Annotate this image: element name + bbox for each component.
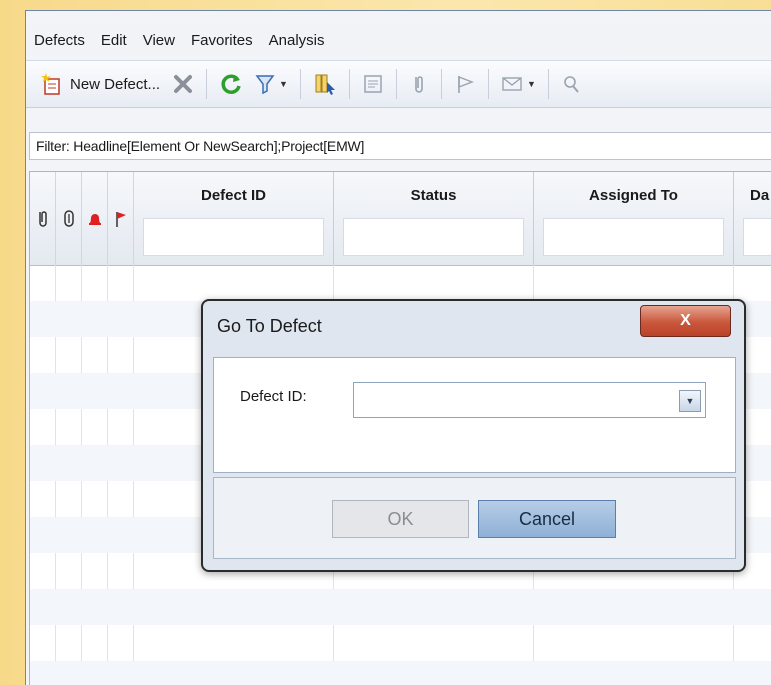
dialog-title: Go To Defect xyxy=(217,316,322,336)
assigned-to-filter-cell[interactable] xyxy=(543,218,724,256)
column-header-status: Status xyxy=(410,187,457,204)
defect-id-filter-cell[interactable] xyxy=(143,218,324,256)
refresh-icon xyxy=(221,74,241,94)
dialog-body: Defect ID: ▼ xyxy=(213,357,736,473)
toolbar-separator xyxy=(299,69,301,99)
dropdown-arrow-button[interactable]: ▼ xyxy=(679,390,701,412)
alert-bell-icon xyxy=(88,213,101,225)
menu-defects[interactable]: Defects xyxy=(26,32,93,49)
flag-button[interactable] xyxy=(450,67,480,101)
toolbar-separator xyxy=(348,69,350,99)
menu-view[interactable]: View xyxy=(135,32,183,49)
go-to-defect-dialog: Go To Defect X Defect ID: ▼ OK Cancel xyxy=(201,299,746,572)
column-date[interactable]: Da xyxy=(734,172,771,265)
column-header-defect-id: Defect ID xyxy=(200,187,267,204)
toolbar: New Defect... ▼ ▼ xyxy=(26,60,771,108)
column-header-date: Da xyxy=(750,187,770,204)
filter-button[interactable]: ▼ xyxy=(251,67,292,101)
chevron-down-icon: ▼ xyxy=(526,79,536,89)
toolbar-separator xyxy=(547,69,549,99)
select-columns-button[interactable] xyxy=(309,67,341,101)
column-status[interactable]: Status xyxy=(334,172,534,265)
delete-button[interactable] xyxy=(168,67,198,101)
new-defect-button[interactable]: New Defect... xyxy=(36,67,164,101)
table-row[interactable] xyxy=(30,661,771,685)
grid-header: Defect ID Status Assigned To Da xyxy=(30,172,771,266)
toolbar-separator xyxy=(440,69,442,99)
flag-icon xyxy=(458,75,474,93)
filter-bar[interactable]: Filter: Headline[Element Or NewSearch];P… xyxy=(29,132,771,160)
filter-text: Filter: Headline[Element Or NewSearch];P… xyxy=(36,138,365,154)
dialog-footer: OK Cancel xyxy=(213,477,736,559)
close-button[interactable]: X xyxy=(640,305,731,337)
defect-id-label: Defect ID: xyxy=(240,388,307,405)
toolbar-separator xyxy=(487,69,489,99)
defect-id-combobox[interactable]: ▼ xyxy=(353,382,706,418)
column-defect-id[interactable]: Defect ID xyxy=(134,172,334,265)
delete-icon xyxy=(174,75,193,93)
column-assigned-to[interactable]: Assigned To xyxy=(534,172,734,265)
flag-column-header[interactable] xyxy=(108,172,134,265)
table-row[interactable] xyxy=(30,589,771,625)
status-filter-cell[interactable] xyxy=(343,218,524,256)
new-defect-label: New Defect... xyxy=(70,75,161,93)
send-email-button[interactable]: ▼ xyxy=(497,67,540,101)
alert-column-header[interactable] xyxy=(82,172,108,265)
red-flag-icon xyxy=(115,211,126,227)
menu-analysis[interactable]: Analysis xyxy=(261,32,333,49)
paperclip-icon xyxy=(415,76,423,93)
menu-bar: Defects Edit View Favorites Analysis xyxy=(26,25,771,55)
toolbar-separator xyxy=(206,69,208,99)
chevron-down-icon: ▼ xyxy=(279,79,288,89)
refresh-button[interactable] xyxy=(215,67,247,101)
paperclip-icon xyxy=(38,210,47,227)
cancel-button[interactable]: Cancel xyxy=(478,500,616,538)
find-button[interactable] xyxy=(557,67,585,101)
close-icon: X xyxy=(680,312,691,329)
linked-paperclip-icon xyxy=(63,209,74,227)
mail-icon xyxy=(502,77,522,91)
menu-edit[interactable]: Edit xyxy=(93,32,135,49)
details-icon xyxy=(364,75,382,93)
columns-icon xyxy=(315,74,335,95)
column-header-assigned-to: Assigned To xyxy=(589,187,678,204)
filter-icon xyxy=(255,75,275,95)
date-filter-cell[interactable] xyxy=(743,218,771,256)
ok-button[interactable]: OK xyxy=(332,500,469,538)
chevron-down-icon: ▼ xyxy=(685,396,695,406)
new-document-icon xyxy=(41,73,60,95)
find-icon xyxy=(564,76,579,93)
toolbar-separator xyxy=(395,69,397,99)
linked-attachment-column-header[interactable] xyxy=(56,172,82,265)
menu-favorites[interactable]: Favorites xyxy=(183,32,261,49)
attachments-button[interactable] xyxy=(405,67,433,101)
attachment-column-header[interactable] xyxy=(30,172,56,265)
details-button[interactable] xyxy=(358,67,388,101)
